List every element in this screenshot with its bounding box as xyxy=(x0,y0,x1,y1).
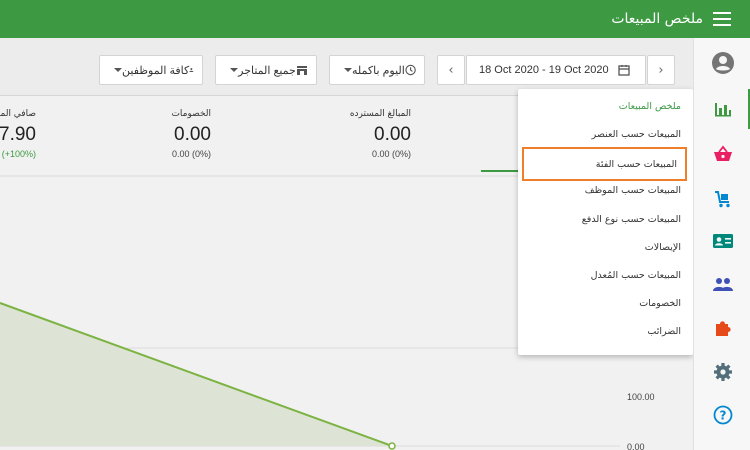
basket-icon xyxy=(713,145,732,161)
chevron-left-icon: ‹ xyxy=(448,62,454,78)
date-range-label: 18 Oct 2020 - 19 Oct 2020 xyxy=(479,64,609,76)
id-card-icon xyxy=(712,234,733,248)
sidebar-item-integrations[interactable] xyxy=(694,306,750,350)
sidebar-item-help[interactable]: ? xyxy=(694,393,750,437)
caret-down-icon xyxy=(230,68,238,72)
employee-filter-label: كافة الموظفين xyxy=(122,64,190,77)
sidebar-item-reports[interactable] xyxy=(694,87,750,131)
caret-down-icon xyxy=(344,68,352,72)
menu-item-sales-by-modifier[interactable]: المبيعات حسب المُعدل xyxy=(591,270,681,281)
chevron-right-icon: › xyxy=(658,62,664,78)
caret-down-icon xyxy=(114,68,122,72)
sidebar-item-settings[interactable] xyxy=(694,350,750,394)
cart-icon xyxy=(714,191,730,208)
filter-toolbar: › 18 Oct 2020 - 19 Oct 2020 ‹ اليوم باكم… xyxy=(0,38,693,96)
menu-item-sales-by-employee[interactable]: المبيعات حسب الموظف xyxy=(585,185,681,196)
time-filter-select[interactable]: اليوم باكمله xyxy=(329,55,425,85)
store-filter-label: جميع المتاجر xyxy=(238,64,296,77)
date-range-picker[interactable]: 18 Oct 2020 - 19 Oct 2020 xyxy=(466,55,646,85)
next-date-button[interactable]: › xyxy=(647,55,675,85)
time-filter-label: اليوم باكمله xyxy=(352,64,405,77)
sidebar-item-employees[interactable] xyxy=(694,219,750,263)
hamburger-menu-icon[interactable] xyxy=(713,12,731,26)
menu-item-sales-summary[interactable]: ملخص المبيعات xyxy=(619,101,681,112)
puzzle-icon xyxy=(715,321,731,336)
bar-chart-icon xyxy=(714,103,731,117)
menu-item-taxes[interactable]: الضرائب xyxy=(647,326,681,337)
sidebar-item-account[interactable] xyxy=(694,41,750,85)
clock-icon xyxy=(405,64,416,76)
reports-menu: ملخص المبيعات المبيعات حسب العنصر المبيع… xyxy=(518,89,693,355)
menu-item-discounts[interactable]: الخصومات xyxy=(639,298,681,309)
menu-item-sales-by-category[interactable]: المبيعات حسب الفئة xyxy=(596,159,677,170)
employee-filter-select[interactable]: كافة الموظفين xyxy=(99,55,203,85)
calendar-icon xyxy=(617,65,630,76)
highlighted-menu-item-frame[interactable]: المبيعات حسب الفئة xyxy=(522,147,687,181)
svg-text:?: ? xyxy=(719,409,726,423)
sales-point[interactable] xyxy=(388,442,396,450)
sidebar-item-customers[interactable] xyxy=(694,262,750,306)
person-icon xyxy=(189,68,194,72)
menu-item-receipts[interactable]: الإيصالات xyxy=(645,242,681,253)
help-icon: ? xyxy=(713,405,732,425)
sidebar-item-items[interactable] xyxy=(694,177,750,221)
app-sidebar: ? xyxy=(693,38,750,450)
app-header: ملخص المبيعات xyxy=(0,0,750,38)
menu-item-sales-by-item[interactable]: المبيعات حسب العنصر xyxy=(592,129,681,140)
menu-item-sales-by-payment[interactable]: المبيعات حسب نوع الدفع xyxy=(582,214,681,225)
page-title: ملخص المبيعات xyxy=(611,11,703,27)
y-tick-label-0: 0.00 xyxy=(627,442,645,450)
prev-date-button[interactable]: ‹ xyxy=(437,55,465,85)
people-icon xyxy=(712,278,733,291)
y-tick-label-100: 100.00 xyxy=(627,392,655,402)
store-filter-select[interactable]: جميع المتاجر xyxy=(215,55,317,85)
sidebar-item-sales[interactable] xyxy=(694,132,750,176)
store-icon xyxy=(296,66,307,75)
gear-icon xyxy=(713,363,732,381)
account-circle-icon xyxy=(711,52,734,74)
